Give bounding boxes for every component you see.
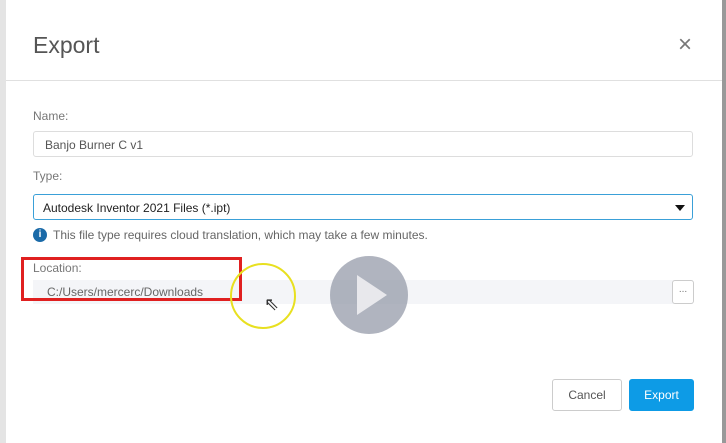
background-app-edge <box>722 0 726 443</box>
location-label: Location: <box>33 261 82 275</box>
caret-down-icon <box>675 205 685 211</box>
info-message: i This file type requires cloud translati… <box>33 228 428 242</box>
browse-button[interactable]: ... <box>672 280 694 304</box>
export-button[interactable]: Export <box>629 379 694 411</box>
cursor-icon: ⇖ <box>264 294 280 314</box>
type-value: Autodesk Inventor 2021 Files (*.ipt) <box>43 201 231 215</box>
type-select[interactable]: Autodesk Inventor 2021 Files (*.ipt) <box>33 194 693 220</box>
divider <box>6 80 722 81</box>
play-icon[interactable] <box>330 256 408 334</box>
close-icon[interactable]: × <box>678 33 692 57</box>
type-label: Type: <box>33 169 63 183</box>
name-input[interactable]: Banjo Burner C v1 <box>33 131 693 157</box>
export-dialog: Export × Name: Banjo Burner C v1 Type: A… <box>6 0 722 443</box>
info-text: This file type requires cloud translatio… <box>53 228 428 242</box>
name-label: Name: <box>33 109 69 123</box>
cancel-button[interactable]: Cancel <box>552 379 622 411</box>
info-icon: i <box>33 228 47 242</box>
dialog-title: Export <box>33 32 100 58</box>
